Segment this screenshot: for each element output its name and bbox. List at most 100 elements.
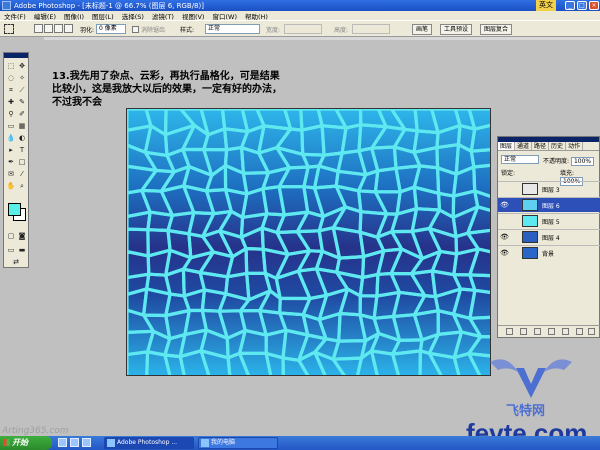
tab-history[interactable]: 历史 — [549, 142, 567, 150]
standard-mode-icon[interactable]: ▢ — [6, 231, 16, 241]
tab-channels[interactable]: 通道 — [515, 142, 533, 150]
opacity-input[interactable]: 100% — [570, 157, 595, 166]
options-bar: 羽化: 0 像素 消除锯齿 样式: 正常 宽度: 高度: 画笔 工具预设 图层复… — [0, 21, 600, 37]
height-input[interactable] — [352, 24, 390, 34]
zoom-tool-icon[interactable]: ⌕ — [17, 181, 27, 191]
style-select[interactable]: 正常 — [205, 24, 260, 34]
menu-window[interactable]: 窗口(W) — [212, 11, 237, 21]
menu-image[interactable]: 图像(I) — [64, 11, 84, 21]
taskbar-item-my-computer[interactable]: 我的电脑 — [198, 437, 278, 449]
menu-view[interactable]: 视图(V) — [182, 11, 205, 21]
path-select-icon[interactable]: ▸ — [6, 145, 16, 155]
tab-layers[interactable]: 图层 — [498, 142, 516, 150]
link-layers-icon[interactable] — [506, 328, 513, 335]
taskbar: 开始 Adobe Photoshop ... 我的电脑 — [0, 436, 600, 450]
menu-select[interactable]: 选择(S) — [122, 11, 144, 21]
eraser-tool-icon[interactable]: ▭ — [6, 121, 16, 131]
minimize-button[interactable]: _ — [565, 1, 575, 10]
eye-icon[interactable] — [500, 217, 508, 225]
blur-tool-icon[interactable]: 💧 — [6, 133, 16, 143]
layer-row[interactable]: 图层 3 — [498, 181, 600, 196]
tab-actions[interactable]: 动作 — [566, 142, 584, 150]
tutorial-caption: 13.我先用了杂点、云彩，再执行晶格化，可是结果 比较小，这是我放大以后的效果，… — [52, 71, 282, 108]
start-button[interactable]: 开始 — [0, 436, 52, 450]
toolbox: ⬚ ✥ ◌ ✧ ⌗ ⟋ ✚ ✎ ⚲ ✐ ▭ ▦ 💧 ◐ ▸ T ✒ □ ✉ ⁄ … — [3, 52, 29, 268]
eye-icon[interactable]: 👁 — [500, 249, 509, 257]
marquee-tool-icon[interactable]: ⬚ — [6, 61, 16, 71]
layer-row[interactable]: 👁 图层 4 — [498, 229, 600, 244]
eye-icon[interactable]: 👁 — [500, 201, 509, 209]
new-selection-icon[interactable] — [34, 24, 43, 33]
tab-layer-comps[interactable]: 图层复合 — [480, 24, 513, 35]
magic-wand-icon[interactable]: ✧ — [17, 73, 27, 83]
layer-style-icon[interactable] — [520, 328, 527, 335]
type-tool-icon[interactable]: T — [17, 145, 27, 155]
antialias-checkbox[interactable] — [132, 26, 139, 33]
quicklaunch-ie-icon[interactable] — [58, 438, 67, 447]
menu-layer[interactable]: 图层(L) — [92, 11, 114, 21]
opacity-control: 不透明度: 100% — [543, 156, 595, 166]
menu-filter[interactable]: 滤镜(T) — [152, 11, 174, 21]
feather-label: 羽化: — [80, 27, 95, 34]
stamp-tool-icon[interactable]: ⚲ — [6, 109, 16, 119]
eye-icon[interactable] — [500, 185, 508, 193]
quicklaunch-desktop-icon[interactable] — [70, 438, 79, 447]
layer-row[interactable]: 👁 背景 — [498, 245, 600, 260]
fullscreen-mode-icon[interactable]: ▬ — [17, 245, 27, 255]
hand-tool-icon[interactable]: ✋ — [6, 181, 16, 191]
quickmask-mode-icon[interactable]: ◙ — [17, 231, 27, 241]
layers-panel: 图层 通道 路径 历史 动作 正常 不透明度: 100% 锁定: 填充: 100… — [497, 136, 600, 338]
jump-to-imageready-icon[interactable]: ⇄ — [11, 257, 21, 267]
subtract-selection-icon[interactable] — [54, 24, 63, 33]
layer-row[interactable]: 👁 图层 6 — [498, 197, 600, 212]
trash-icon[interactable] — [588, 328, 595, 335]
brand-cn: 飞特网 — [506, 404, 546, 419]
crystal-cell — [164, 267, 186, 298]
notes-tool-icon[interactable]: ✉ — [6, 169, 16, 179]
toolbox-header[interactable] — [4, 53, 28, 58]
adjustment-layer-icon[interactable] — [562, 328, 569, 335]
feather-input[interactable]: 0 像素 — [96, 24, 126, 34]
crystal-cell — [143, 124, 169, 158]
crystal-cell — [127, 308, 155, 334]
menu-file[interactable]: 文件(F) — [4, 11, 26, 21]
tab-brushes[interactable]: 画笔 — [412, 24, 433, 35]
tab-tool-presets[interactable]: 工具预设 — [440, 24, 473, 35]
menu-help[interactable]: 帮助(H) — [245, 11, 268, 21]
menu-edit[interactable]: 编辑(E) — [34, 11, 56, 21]
crop-tool-icon[interactable]: ⌗ — [6, 85, 16, 95]
taskbar-item-photoshop[interactable]: Adobe Photoshop ... — [104, 437, 194, 449]
eye-icon[interactable]: 👁 — [500, 233, 509, 241]
slice-tool-icon[interactable]: ⟋ — [17, 85, 27, 95]
style-label: 样式: — [180, 27, 195, 34]
intersect-selection-icon[interactable] — [64, 24, 73, 33]
move-tool-icon[interactable]: ✥ — [17, 61, 27, 71]
layer-mask-icon[interactable] — [534, 328, 541, 335]
maximize-button[interactable]: □ — [577, 1, 587, 10]
new-group-icon[interactable] — [548, 328, 555, 335]
marquee-tool-icon[interactable] — [4, 24, 14, 34]
width-input[interactable] — [284, 24, 322, 34]
blend-mode-select[interactable]: 正常 — [501, 155, 539, 164]
tab-paths[interactable]: 路径 — [532, 142, 550, 150]
document-canvas[interactable] — [126, 108, 491, 376]
add-selection-icon[interactable] — [44, 24, 53, 33]
layer-row[interactable]: 图层 5 — [498, 213, 600, 228]
eyedropper-icon[interactable]: ⁄ — [17, 169, 27, 179]
screen-mode-icon[interactable]: ▭ — [6, 245, 16, 255]
quicklaunch-media-icon[interactable] — [82, 438, 91, 447]
layer-thumbnail — [522, 215, 538, 227]
brush-tool-icon[interactable]: ✎ — [17, 97, 27, 107]
foreground-color-swatch[interactable] — [8, 203, 21, 216]
pen-tool-icon[interactable]: ✒ — [6, 157, 16, 167]
lasso-tool-icon[interactable]: ◌ — [6, 73, 16, 83]
close-button[interactable]: × — [589, 1, 599, 10]
shape-tool-icon[interactable]: □ — [17, 157, 27, 167]
new-layer-icon[interactable] — [576, 328, 583, 335]
healing-brush-icon[interactable]: ✚ — [6, 97, 16, 107]
gradient-tool-icon[interactable]: ▦ — [17, 121, 27, 131]
dodge-tool-icon[interactable]: ◐ — [17, 133, 27, 143]
ime-indicator[interactable]: 英文 — [536, 0, 556, 11]
history-brush-icon[interactable]: ✐ — [17, 109, 27, 119]
width-label: 宽度: — [266, 27, 281, 34]
